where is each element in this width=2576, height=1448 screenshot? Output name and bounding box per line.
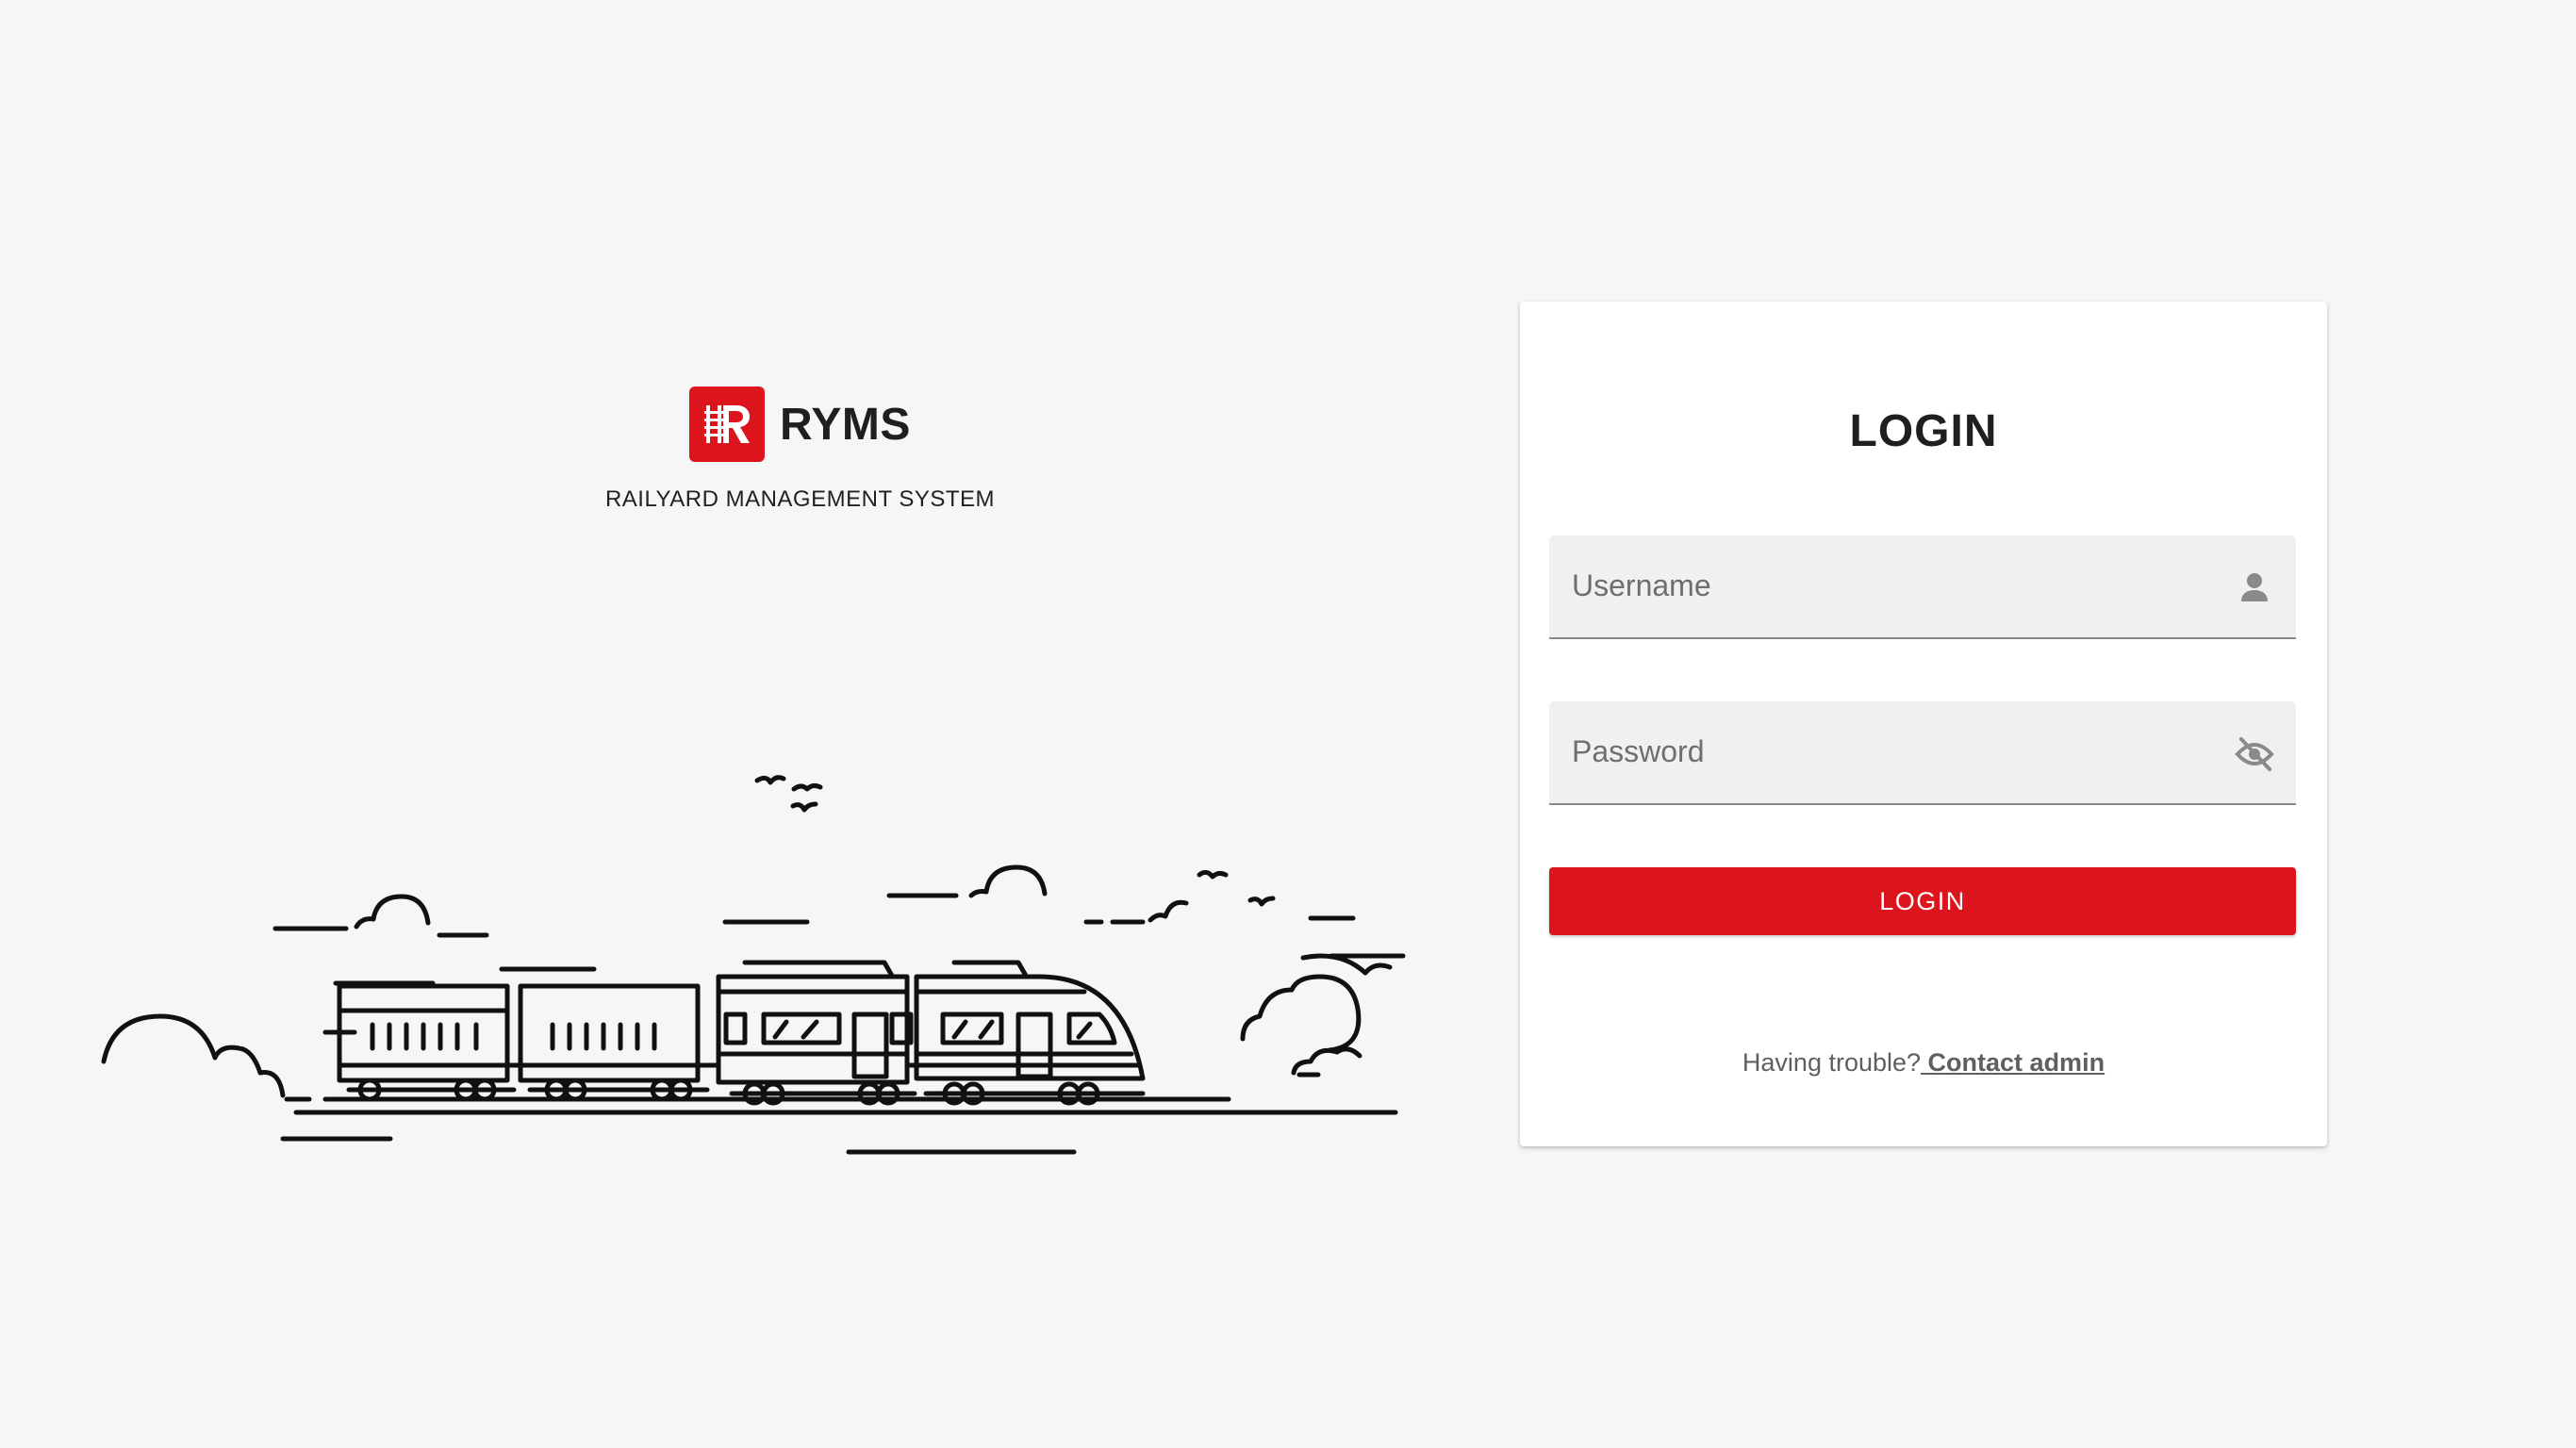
train-illustration	[94, 754, 1452, 1178]
password-input[interactable]	[1572, 701, 2213, 801]
brand: RYMS	[689, 387, 911, 462]
contact-admin-link[interactable]: Contact admin	[1921, 1048, 2105, 1077]
login-button[interactable]: LOGIN	[1549, 867, 2296, 935]
logo-r-icon	[704, 405, 750, 443]
login-page: RYMS RAILYARD MANAGEMENT SYSTEM LOGIN Us…	[0, 0, 2576, 1448]
username-input[interactable]	[1572, 535, 2213, 635]
username-field-container	[1549, 535, 2296, 639]
brand-name: RYMS	[780, 399, 911, 450]
help-text: Having trouble? Contact admin	[1520, 1048, 2327, 1078]
ryms-logo	[689, 387, 765, 462]
eye-off-icon[interactable]	[2234, 733, 2275, 775]
help-label: Having trouble?	[1742, 1048, 1922, 1077]
password-field-container	[1549, 701, 2296, 805]
login-title: LOGIN	[1849, 406, 1998, 456]
person-icon	[2234, 568, 2275, 609]
login-card: LOGIN LOGIN Having trouble?	[1520, 302, 2327, 1146]
brand-tagline: RAILYARD MANAGEMENT SYSTEM	[604, 486, 996, 512]
